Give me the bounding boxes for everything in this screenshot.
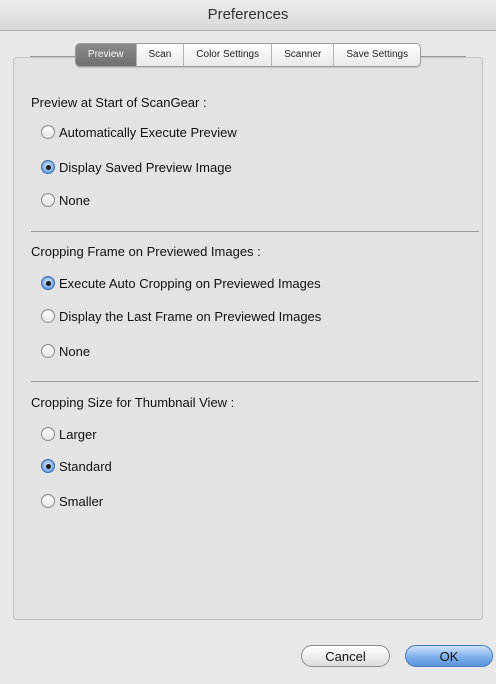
radio-button[interactable] (41, 125, 55, 139)
radio-label: Standard (59, 458, 112, 474)
preferences-window: Preferences Preview Scan Color Settings … (0, 0, 496, 684)
radio-button[interactable] (41, 494, 55, 508)
radio-label: Display the Last Frame on Previewed Imag… (59, 308, 322, 324)
radio-label: Automatically Execute Preview (59, 124, 237, 140)
radio-label: Execute Auto Cropping on Previewed Image… (59, 275, 321, 291)
radio-label: Larger (59, 426, 97, 442)
radio-button-selected[interactable] (41, 160, 55, 174)
radio-display-saved-preview-image[interactable]: Display Saved Preview Image (41, 158, 232, 176)
tab-save-settings[interactable]: Save Settings (333, 44, 420, 66)
radio-button[interactable] (41, 309, 55, 323)
radio-automatically-execute-preview[interactable]: Automatically Execute Preview (41, 123, 237, 141)
radio-execute-auto-cropping[interactable]: Execute Auto Cropping on Previewed Image… (41, 274, 321, 292)
tab-color-settings[interactable]: Color Settings (183, 44, 271, 66)
section-divider (31, 231, 479, 232)
radio-button[interactable] (41, 193, 55, 207)
radio-label: None (59, 192, 91, 208)
section-title-cropping-size: Cropping Size for Thumbnail View : (31, 395, 235, 410)
radio-display-last-frame[interactable]: Display the Last Frame on Previewed Imag… (41, 307, 321, 325)
radio-smaller[interactable]: Smaller (41, 492, 103, 510)
radio-button[interactable] (41, 344, 55, 358)
radio-button-selected[interactable] (41, 276, 55, 290)
cancel-button[interactable]: Cancel (301, 645, 390, 667)
section-divider (31, 381, 479, 382)
radio-label: Display Saved Preview Image (59, 159, 232, 175)
ok-button[interactable]: OK (405, 645, 493, 667)
tab-scanner[interactable]: Scanner (271, 44, 333, 66)
section-title-preview-start: Preview at Start of ScanGear : (31, 95, 207, 110)
tab-preview[interactable]: Preview (75, 44, 136, 66)
radio-button[interactable] (41, 427, 55, 441)
radio-preview-none[interactable]: None (41, 191, 90, 209)
section-title-cropping-frame: Cropping Frame on Previewed Images : (31, 244, 261, 259)
radio-cropping-none[interactable]: None (41, 342, 90, 360)
settings-panel (13, 57, 483, 620)
window-title: Preferences (0, 0, 496, 31)
radio-label: Smaller (59, 493, 104, 509)
tab-group: Preview Scan Color Settings Scanner Save… (74, 43, 422, 67)
tab-bar: Preview Scan Color Settings Scanner Save… (30, 40, 466, 70)
radio-larger[interactable]: Larger (41, 425, 97, 443)
radio-button-selected[interactable] (41, 459, 55, 473)
tab-scan[interactable]: Scan (135, 44, 184, 66)
radio-standard[interactable]: Standard (41, 457, 112, 475)
radio-label: None (59, 343, 91, 359)
